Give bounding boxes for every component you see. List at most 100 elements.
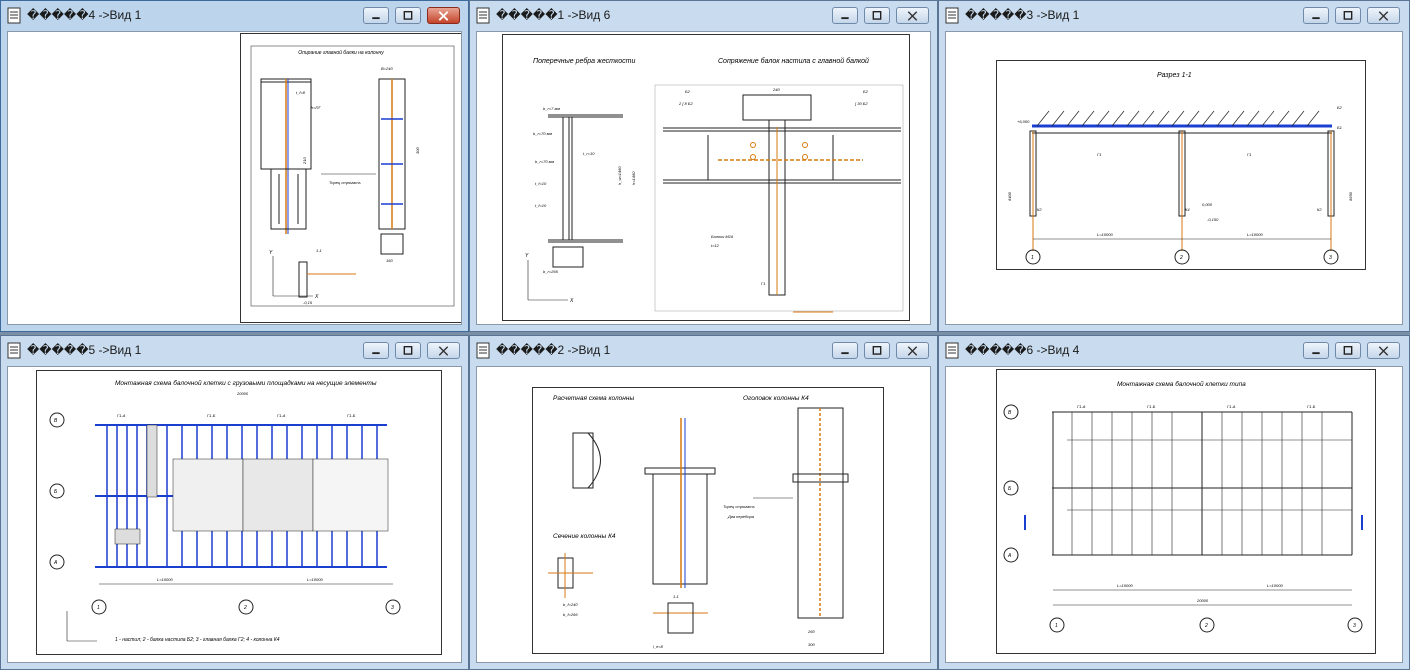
titlebar[interactable]: �����4 ->Вид 1 (1, 1, 468, 31)
section-title: Сечение колонны К4 (553, 533, 616, 540)
svg-text:3: 3 (391, 605, 394, 611)
document-icon (945, 7, 959, 24)
close-button[interactable] (896, 7, 929, 24)
drawing-sheet: Монтажная схема балочной клетки с грузов… (36, 370, 442, 655)
maximize-icon (403, 11, 413, 20)
svg-text:Y: Y (269, 250, 273, 256)
drawing-viewport[interactable]: Расчетная схема колонны Оголовок колонны… (476, 366, 931, 663)
close-button[interactable] (427, 342, 460, 359)
maximize-button[interactable] (864, 342, 890, 359)
svg-text:-0,15: -0,15 (303, 300, 313, 305)
svg-text:Y: Y (525, 253, 529, 259)
svg-text:Г1-А: Г1-А (117, 413, 126, 418)
minimize-button[interactable] (832, 342, 858, 359)
maximize-button[interactable] (864, 7, 890, 24)
svg-text:К2: К2 (1317, 207, 1322, 212)
minimize-icon (372, 17, 380, 20)
window-detail-1[interactable]: �����1 ->Вид 6 Поперечные ребра жесткост… (469, 0, 938, 332)
minimize-icon (1312, 17, 1320, 20)
maximize-icon (872, 11, 882, 20)
svg-text:20000: 20000 (1196, 598, 1209, 603)
minimize-button[interactable] (1303, 7, 1329, 24)
maximize-icon (1343, 11, 1353, 20)
close-button[interactable] (427, 7, 460, 24)
svg-text:X: X (314, 294, 319, 300)
minimize-icon (841, 352, 849, 355)
drawing-framing-plan-loads: Монтажная схема балочной клетки с грузов… (49, 379, 401, 643)
maximize-button[interactable] (1335, 342, 1361, 359)
svg-text:b_f=266: b_f=266 (563, 612, 578, 617)
drawing-section: Разрез 1-1 +6,000 Б2 Б1 Г1 Г1 К2 К4 К2 0… (1007, 72, 1353, 265)
svg-text:L=10000: L=10000 (1247, 232, 1263, 237)
svg-text:2 [ 8 Б2: 2 [ 8 Б2 (678, 101, 693, 106)
svg-text:Г1: Г1 (761, 281, 765, 286)
svg-text:Г1-А: Г1-А (1077, 404, 1086, 409)
svg-text:b_r=7 мм: b_r=7 мм (543, 106, 560, 111)
svg-text:b_r=70 мм: b_r=70 мм (533, 131, 552, 136)
minimize-button[interactable] (1303, 342, 1329, 359)
drawing-sheet: Разрез 1-1 +6,000 Б2 Б1 Г1 Г1 К2 К4 К2 0… (996, 60, 1366, 270)
minimize-button[interactable] (363, 7, 389, 24)
window-title: �����1 ->Вид 6 (496, 8, 611, 22)
titlebar[interactable]: �����6 ->Вид 4 (939, 336, 1409, 366)
drawing-sheet: Расчетная схема колонны Оголовок колонны… (532, 387, 884, 654)
titlebar[interactable]: �����5 ->Вид 1 (1, 336, 468, 366)
titlebar[interactable]: �����3 ->Вид 1 (939, 1, 1409, 31)
window-title: �����3 ->Вид 1 (965, 8, 1080, 22)
svg-text:210: 210 (302, 157, 307, 165)
window-detail-5[interactable]: �����5 ->Вид 1 Монтажная схема балочной … (0, 335, 469, 670)
svg-text:Г1-А: Г1-А (277, 413, 286, 418)
svg-text:X: X (569, 298, 574, 304)
svg-text:Г1: Г1 (1097, 152, 1101, 157)
close-icon (1378, 11, 1389, 21)
maximize-button[interactable] (395, 7, 421, 24)
drawing-viewport[interactable]: Разрез 1-1 +6,000 Б2 Б1 Г1 Г1 К2 К4 К2 0… (945, 31, 1403, 325)
svg-text:L=10000: L=10000 (1097, 232, 1113, 237)
titlebar[interactable]: �����1 ->Вид 6 (470, 1, 937, 31)
drawing-legend: 1 - настил; 2 - балка настила Б2; 3 - гл… (115, 637, 280, 643)
svg-text:1: 1 (97, 605, 100, 611)
minimize-button[interactable] (363, 342, 389, 359)
maximize-button[interactable] (1335, 7, 1361, 24)
svg-text:В: В (1008, 410, 1012, 416)
window-detail-4[interactable]: �����4 ->Вид 1 Опирание главной балки на… (0, 0, 469, 332)
close-icon (438, 11, 449, 21)
window-detail-2[interactable]: �����2 ->Вид 1 Расчетная схема колонны О… (469, 335, 938, 670)
svg-text:B=240: B=240 (381, 66, 393, 71)
svg-text:0,000: 0,000 (1202, 202, 1213, 207)
window-detail-6[interactable]: �����6 ->Вид 4 Монтажная схема балочной … (938, 335, 1410, 670)
close-button[interactable] (1367, 7, 1400, 24)
drawing-sheet: Поперечные ребра жесткости Сопряжение ба… (502, 34, 910, 321)
document-icon (945, 342, 959, 359)
minimize-button[interactable] (832, 7, 858, 24)
svg-text:Г1-Б: Г1-Б (347, 413, 356, 418)
drawing-viewport[interactable]: Монтажная схема балочной клетки с грузов… (7, 366, 462, 663)
window-detail-3[interactable]: �����3 ->Вид 1 Разрез 1-1 +6,000 Б2 Б1 Г… (938, 0, 1410, 332)
drawing-viewport[interactable]: Монтажная схема балочной клетки типа В Б… (945, 366, 1403, 663)
drawing-title-left: Расчетная схема колонны (553, 395, 634, 402)
svg-text:В: В (54, 418, 58, 424)
svg-text:2: 2 (243, 605, 247, 611)
close-button[interactable] (896, 342, 929, 359)
svg-text:240: 240 (772, 87, 780, 92)
drawing-viewport[interactable]: Опирание главной балки на колонну t_f=8 … (7, 31, 462, 325)
close-icon (907, 11, 918, 21)
svg-text:1: 1 (1055, 623, 1058, 629)
svg-text:2: 2 (1204, 623, 1208, 629)
titlebar[interactable]: �����2 ->Вид 1 (470, 336, 937, 366)
maximize-icon (872, 346, 882, 355)
drawing-viewport[interactable]: Поперечные ребра жесткости Сопряжение ба… (476, 31, 931, 325)
document-icon (7, 342, 21, 359)
drawing-sheet: Монтажная схема балочной клетки типа В Б… (996, 369, 1376, 654)
document-icon (7, 7, 21, 24)
svg-text:3: 3 (1353, 623, 1356, 629)
drawing-title-right: Сопряжение балок настила с главной балко… (718, 57, 869, 65)
svg-text:h=ПГ: h=ПГ (311, 105, 321, 110)
svg-text:b_f=240: b_f=240 (563, 602, 578, 607)
close-button[interactable] (1367, 342, 1400, 359)
svg-text:Б2: Б2 (1337, 105, 1343, 110)
svg-text:Б2: Б2 (863, 89, 869, 94)
svg-text:b_r=266: b_r=266 (543, 269, 559, 274)
maximize-button[interactable] (395, 342, 421, 359)
drawing-column: Расчетная схема колонны Оголовок колонны… (548, 395, 849, 649)
